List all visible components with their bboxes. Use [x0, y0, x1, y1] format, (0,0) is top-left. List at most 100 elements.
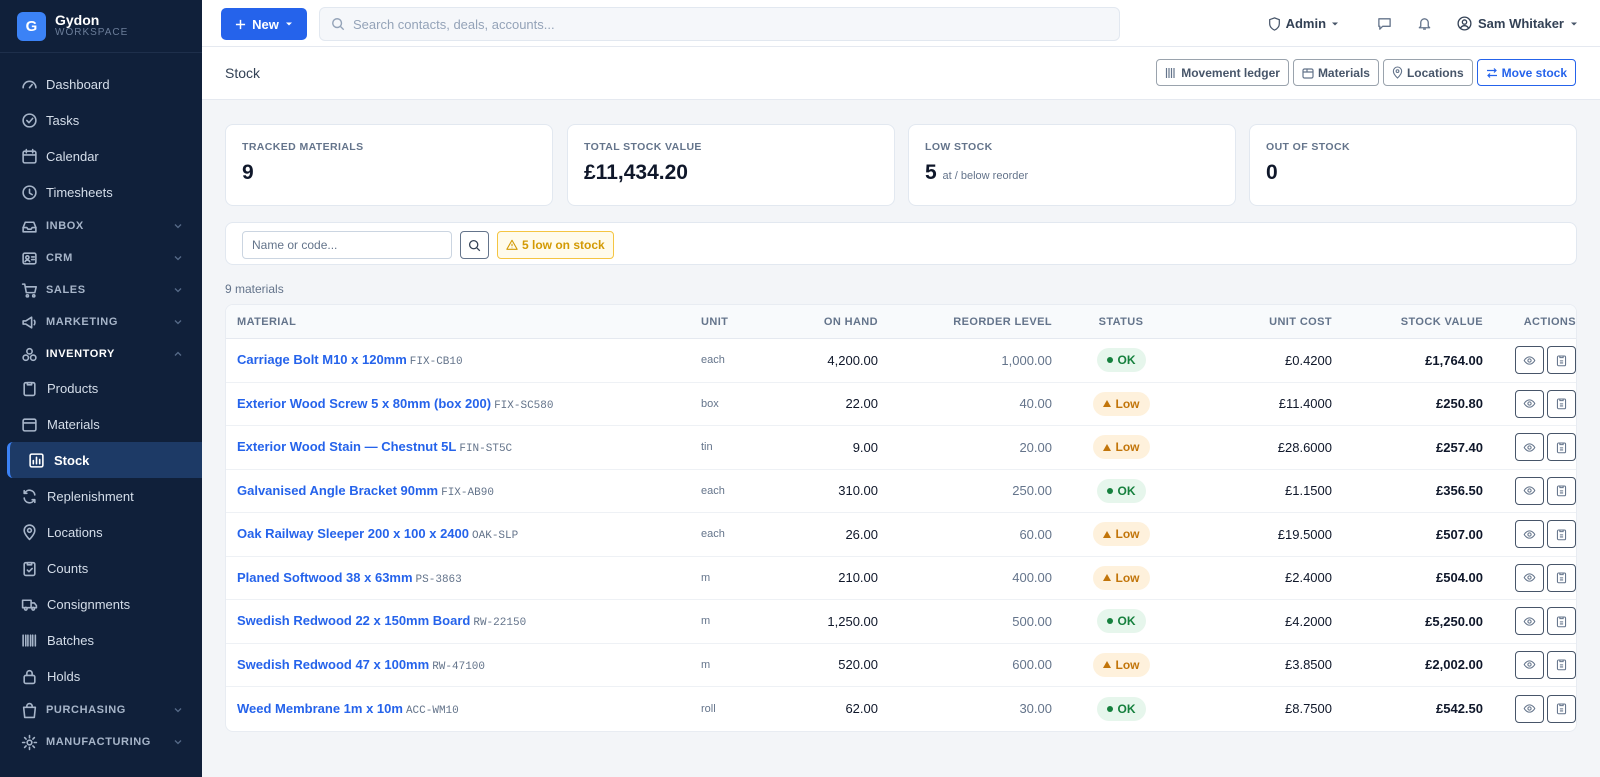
- brand[interactable]: G Gydon WORKSPACE: [0, 0, 202, 53]
- material-link[interactable]: Swedish Redwood 22 x 150mm Board: [237, 613, 470, 628]
- movement-ledger-button[interactable]: Movement ledger: [1156, 59, 1289, 86]
- sidebar-item-inventory[interactable]: INVENTORY: [0, 338, 202, 370]
- material-code: PS-3863: [415, 573, 462, 586]
- on-hand-cell: 310.00: [838, 483, 878, 499]
- sidebar-item-label: Calendar: [46, 148, 99, 164]
- global-search-input[interactable]: [353, 16, 1053, 32]
- stat-sub: at / below reorder: [942, 170, 1029, 182]
- admin-menu[interactable]: Admin: [1268, 16, 1339, 31]
- sidebar-item-label: Dashboard: [46, 76, 110, 92]
- stat-card-value: TOTAL STOCK VALUE £11,434.20: [567, 124, 895, 206]
- new-button[interactable]: New: [221, 8, 307, 40]
- sidebar-item-stock[interactable]: Stock: [7, 442, 202, 478]
- global-search[interactable]: [319, 7, 1120, 41]
- sidebar-item-dashboard[interactable]: Dashboard: [0, 66, 202, 102]
- sidebar-item-manufacturing[interactable]: MANUFACTURING: [0, 726, 202, 758]
- view-button[interactable]: [1515, 476, 1544, 505]
- sidebar-item-replenishment[interactable]: Replenishment: [0, 478, 202, 514]
- material-link[interactable]: Carriage Bolt M10 x 120mm: [237, 352, 407, 367]
- material-link[interactable]: Galvanised Angle Bracket 90mm: [237, 483, 438, 498]
- view-button[interactable]: [1515, 563, 1544, 592]
- chevron-down-icon: [174, 288, 182, 293]
- material-search-input[interactable]: [242, 231, 452, 259]
- user-menu[interactable]: Sam Whitaker: [1457, 16, 1578, 31]
- gear-icon: [20, 733, 38, 751]
- material-link[interactable]: Swedish Redwood 47 x 100mm: [237, 657, 429, 672]
- count-button[interactable]: [1547, 476, 1576, 505]
- eye-icon: [1523, 399, 1536, 408]
- view-button[interactable]: [1515, 389, 1544, 418]
- count-button[interactable]: [1547, 520, 1576, 549]
- sidebar-item-calendar[interactable]: Calendar: [0, 138, 202, 174]
- clipboard-icon: [1556, 485, 1567, 497]
- count-button[interactable]: [1547, 389, 1576, 418]
- view-button[interactable]: [1515, 346, 1544, 375]
- material-link[interactable]: Weed Membrane 1m x 10m: [237, 701, 403, 716]
- count-button[interactable]: [1547, 607, 1576, 636]
- col-material: MATERIAL: [237, 315, 297, 328]
- material-link[interactable]: Exterior Wood Stain — Chestnut 5L: [237, 439, 456, 454]
- count-button[interactable]: [1547, 563, 1576, 592]
- chevron-down-icon: [174, 224, 182, 229]
- count-button[interactable]: [1547, 694, 1576, 723]
- chevron-down-icon: [174, 256, 182, 261]
- view-button[interactable]: [1515, 520, 1544, 549]
- status-badge: Low: [1092, 391, 1150, 416]
- box-icon: [1302, 67, 1314, 79]
- bell-icon[interactable]: [1417, 16, 1433, 32]
- low-stock-filter[interactable]: 5 low on stock: [497, 231, 614, 259]
- move-stock-button[interactable]: Move stock: [1476, 59, 1576, 86]
- sidebar-item-materials[interactable]: Materials: [0, 406, 202, 442]
- chat-icon[interactable]: [1377, 16, 1393, 32]
- status-label: Low: [1115, 527, 1140, 542]
- sidebar-item-counts[interactable]: Counts: [0, 550, 202, 586]
- view-button[interactable]: [1515, 694, 1544, 723]
- material-code: FIX-AB90: [441, 486, 494, 499]
- sidebar-item-marketing[interactable]: MARKETING: [0, 306, 202, 338]
- filter-search-button[interactable]: [460, 231, 489, 259]
- sidebar-item-tasks[interactable]: Tasks: [0, 102, 202, 138]
- unit-cell: m: [701, 658, 711, 671]
- material-link[interactable]: Exterior Wood Screw 5 x 80mm (box 200): [237, 396, 491, 411]
- sidebar-item-crm[interactable]: CRM: [0, 242, 202, 274]
- chevron-down-icon: [174, 320, 182, 325]
- eye-icon: [1523, 486, 1536, 495]
- warning-triangle-icon: [1102, 530, 1111, 538]
- count-button[interactable]: [1547, 346, 1576, 375]
- stat-label: TRACKED MATERIALS: [242, 141, 364, 153]
- materials-button[interactable]: Materials: [1292, 59, 1379, 86]
- material-link[interactable]: Planed Softwood 38 x 63mm: [237, 570, 413, 585]
- on-hand-cell: 520.00: [838, 657, 878, 673]
- page-header: Stock Movement ledger Materials Location…: [202, 47, 1600, 100]
- sidebar-item-locations[interactable]: Locations: [0, 514, 202, 550]
- sidebar-item-products[interactable]: Products: [0, 370, 202, 406]
- view-button[interactable]: [1515, 607, 1544, 636]
- sidebar-item-sales[interactable]: SALES: [0, 274, 202, 306]
- sidebar-item-purchasing[interactable]: PURCHASING: [0, 694, 202, 726]
- sidebar-item-batches[interactable]: Batches: [0, 622, 202, 658]
- reorder-cell: 60.00: [1019, 526, 1052, 542]
- low-stock-label: 5 low on stock: [522, 238, 605, 252]
- clipboard-icon: [1556, 659, 1567, 671]
- table-row: Exterior Wood Stain — Chestnut 5L FIN-ST5…: [226, 426, 1576, 470]
- reorder-cell: 400.00: [1012, 570, 1052, 586]
- sidebar-item-holds[interactable]: Holds: [0, 658, 202, 694]
- locations-button[interactable]: Locations: [1382, 59, 1473, 86]
- sidebar-item-inbox[interactable]: INBOX: [0, 210, 202, 242]
- unit-cost-cell: £19.5000: [1277, 526, 1332, 542]
- sidebar-item-timesheets[interactable]: Timesheets: [0, 174, 202, 210]
- material-link[interactable]: Oak Railway Sleeper 200 x 100 x 2400: [237, 526, 469, 541]
- ok-dot-icon: [1106, 705, 1113, 712]
- stock-value-cell: £2,002.00: [1425, 657, 1483, 673]
- unit-cost-cell: £1.1500: [1285, 483, 1332, 499]
- sidebar-item-label: Products: [47, 380, 99, 396]
- sidebar-item-consignments[interactable]: Consignments: [0, 586, 202, 622]
- view-button[interactable]: [1515, 433, 1544, 462]
- view-button[interactable]: [1515, 650, 1544, 679]
- status-label: Low: [1115, 396, 1140, 411]
- reorder-cell: 20.00: [1019, 439, 1052, 455]
- clipboard-icon: [1556, 355, 1567, 367]
- eye-icon: [1523, 660, 1536, 669]
- count-button[interactable]: [1547, 650, 1576, 679]
- count-button[interactable]: [1547, 433, 1576, 462]
